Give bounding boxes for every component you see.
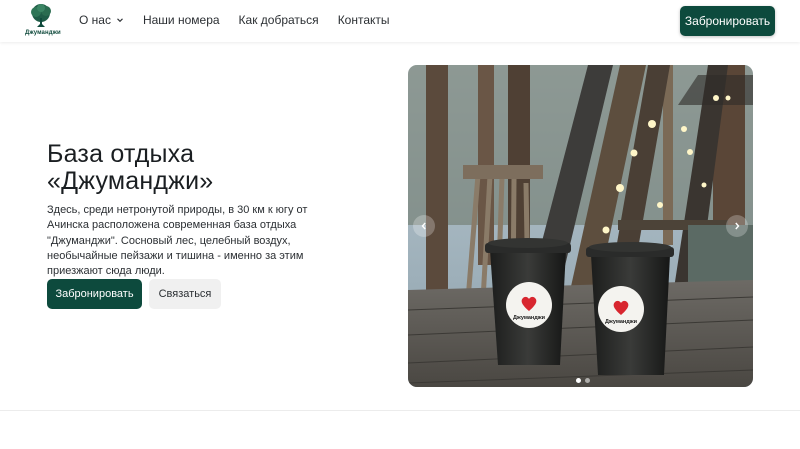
section-divider: [0, 410, 800, 411]
cup-sticker-label: Джуманджи: [513, 315, 545, 321]
hero-description: Здесь, среди нетронутой природы, в 30 км…: [47, 204, 308, 278]
header-book-button[interactable]: Забронировать: [680, 6, 775, 36]
carousel-dots: [576, 378, 590, 383]
main-nav: О нас Наши номера Как добраться Контакты: [79, 0, 390, 40]
carousel-dot[interactable]: [585, 378, 590, 383]
logo[interactable]: Джуманджи: [25, 3, 61, 39]
hero-title-line-1: База отдыха: [47, 140, 195, 168]
nav-item-about[interactable]: О нас: [79, 13, 124, 27]
nav-item-label: Как добраться: [238, 13, 319, 27]
nav-item-rooms[interactable]: Наши номера: [143, 13, 220, 27]
contact-button[interactable]: Связаться: [149, 279, 221, 309]
nav-item-contacts[interactable]: Контакты: [338, 13, 390, 27]
book-button[interactable]: Забронировать: [47, 279, 142, 309]
carousel-slide-image: Джуманджи Джуманджи: [408, 65, 753, 387]
photo-carousel[interactable]: Джуманджи Джуманджи: [408, 65, 753, 387]
nav-item-label: О нас: [79, 13, 111, 27]
logo-text: Джуманджи: [25, 30, 61, 36]
carousel-prev-button[interactable]: [413, 215, 435, 237]
nav-item-label: Контакты: [337, 13, 390, 27]
site-header: Джуманджи О нас Наши номера Как добратьс…: [0, 0, 800, 42]
chevron-down-icon: [117, 18, 123, 23]
hero-title: База отдыха «Джуманджи»: [47, 141, 367, 195]
chevron-right-icon: [735, 222, 740, 230]
tree-logo-icon: [31, 4, 51, 27]
hero-title-line-2: «Джуманджи»: [47, 167, 214, 195]
cup-sticker-label: Джуманджи: [605, 319, 637, 325]
nav-item-directions[interactable]: Как добраться: [239, 13, 319, 27]
carousel-dot[interactable]: [576, 378, 581, 383]
carousel-next-button[interactable]: [726, 215, 748, 237]
chevron-left-icon: [421, 222, 426, 230]
nav-item-label: Наши номера: [142, 13, 220, 27]
